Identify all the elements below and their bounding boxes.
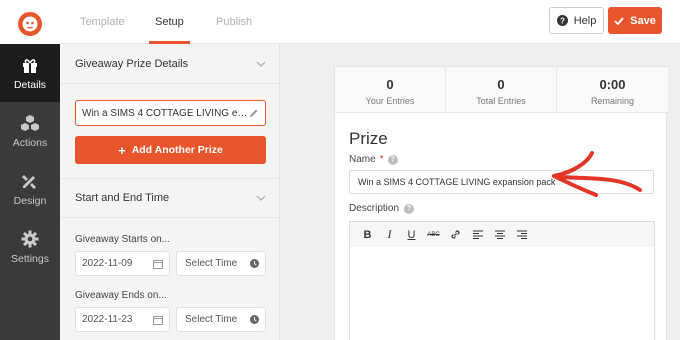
name-label-text: Name <box>349 154 376 165</box>
add-prize-label: Add Another Prize <box>131 144 223 156</box>
tab-publish[interactable]: Publish <box>216 0 252 44</box>
prize-heading: Prize <box>349 129 388 148</box>
chevron-down-icon <box>256 195 266 201</box>
nav-item-details[interactable]: Details <box>0 44 60 102</box>
description-label-text: Description <box>349 203 400 214</box>
calendar-icon <box>153 315 163 325</box>
giveaway-ends-label: Giveaway Ends on... <box>75 290 167 301</box>
svg-text:?: ? <box>560 16 565 25</box>
clock-icon <box>250 315 259 324</box>
gift-icon <box>23 58 37 73</box>
stat-label: Your Entries <box>365 96 415 106</box>
add-another-prize-button[interactable]: + Add Another Prize <box>75 136 266 164</box>
prize-section-title: Giveaway Prize Details <box>75 57 189 70</box>
top-bar: Template Setup Publish ? Help Save <box>0 0 680 44</box>
question-circle-icon: ? <box>556 15 568 26</box>
align-right-button[interactable] <box>512 225 531 244</box>
left-navigation: Details Actions Design Settings <box>0 44 60 340</box>
time-section-title: Start and End Time <box>75 192 170 204</box>
help-tooltip-icon[interactable]: ? <box>387 154 398 165</box>
start-time-input[interactable]: Select Time <box>176 251 266 276</box>
rafflepress-logo[interactable] <box>0 0 60 44</box>
nav-label-design: Design <box>13 194 47 207</box>
align-left-icon <box>472 230 483 239</box>
nav-item-actions[interactable]: Actions <box>0 102 60 160</box>
time-section-header[interactable]: Start and End Time <box>60 178 280 218</box>
align-center-button[interactable] <box>490 225 509 244</box>
giveaway-starts-label: Giveaway Starts on... <box>75 234 171 245</box>
checkmark-icon <box>614 16 624 25</box>
calendar-icon <box>153 259 163 269</box>
prize-section-header[interactable]: Giveaway Prize Details <box>60 44 280 84</box>
help-button[interactable]: ? Help <box>549 7 604 34</box>
prize-item-text: Win a SIMS 4 COTTAGE LIVING expansion pa… <box>82 107 249 119</box>
stat-total-entries: 0 Total Entries <box>446 67 557 113</box>
align-center-icon <box>494 230 505 239</box>
help-tooltip-icon[interactable]: ? <box>404 203 415 214</box>
start-time-placeholder: Select Time <box>185 258 238 269</box>
end-date-input[interactable]: 2022-11-23 <box>75 307 170 332</box>
stat-value: 0 <box>386 77 394 92</box>
rabbit-logo-icon <box>18 11 42 36</box>
annotation-arrow-icon <box>552 151 642 197</box>
save-label: Save <box>630 14 656 27</box>
bold-button[interactable]: B <box>358 225 377 244</box>
nav-item-design[interactable]: Design <box>0 160 60 218</box>
stat-label: Remaining <box>590 96 635 106</box>
end-time-placeholder: Select Time <box>185 314 238 325</box>
stat-label: Total Entries <box>476 96 526 106</box>
design-tools-icon <box>22 174 36 189</box>
nav-label-actions: Actions <box>12 136 48 149</box>
rich-text-toolbar: B I U ABC <box>349 221 655 248</box>
align-right-icon <box>516 230 527 239</box>
help-label: Help <box>573 14 597 27</box>
nav-label-settings: Settings <box>11 252 49 265</box>
strikethrough-button[interactable]: ABC <box>424 225 443 244</box>
underline-button[interactable]: U <box>402 225 421 244</box>
clock-icon <box>250 259 259 268</box>
align-left-button[interactable] <box>468 225 487 244</box>
start-date-input[interactable]: 2022-11-09 <box>75 251 170 276</box>
description-editor[interactable] <box>349 247 655 340</box>
italic-button[interactable]: I <box>380 225 399 244</box>
name-field-label: Name * ? <box>349 154 398 165</box>
settings-panel: Giveaway Prize Details Win a SIMS 4 COTT… <box>60 44 280 340</box>
link-icon <box>451 230 460 239</box>
nav-item-settings[interactable]: Settings <box>0 218 60 276</box>
stat-value: 0:00 <box>599 77 626 92</box>
required-mark: * <box>379 154 384 165</box>
tab-template[interactable]: Template <box>80 0 125 44</box>
stat-remaining: 0:00 Remaining <box>557 67 668 113</box>
start-date-value: 2022-11-09 <box>82 258 133 269</box>
gear-icon <box>21 230 39 247</box>
description-field-label: Description ? <box>349 203 415 214</box>
end-time-input[interactable]: Select Time <box>176 307 266 332</box>
entry-stats: 0 Your Entries 0 Total Entries 0:00 Rema… <box>335 67 668 113</box>
stat-your-entries: 0 Your Entries <box>335 67 446 113</box>
prize-item-input[interactable]: Win a SIMS 4 COTTAGE LIVING expansion pa… <box>75 100 266 126</box>
chevron-down-icon <box>256 61 266 67</box>
pencil-icon[interactable] <box>249 108 259 118</box>
cubes-icon <box>21 114 39 131</box>
end-date-value: 2022-11-23 <box>82 314 133 325</box>
link-button[interactable] <box>446 225 465 244</box>
nav-label-details: Details <box>13 78 47 91</box>
giveaway-preview-card: 0 Your Entries 0 Total Entries 0:00 Rema… <box>334 66 668 340</box>
plus-icon: + <box>118 142 126 158</box>
save-button[interactable]: Save <box>608 7 662 34</box>
tab-setup[interactable]: Setup <box>149 0 190 44</box>
stat-value: 0 <box>497 77 505 92</box>
